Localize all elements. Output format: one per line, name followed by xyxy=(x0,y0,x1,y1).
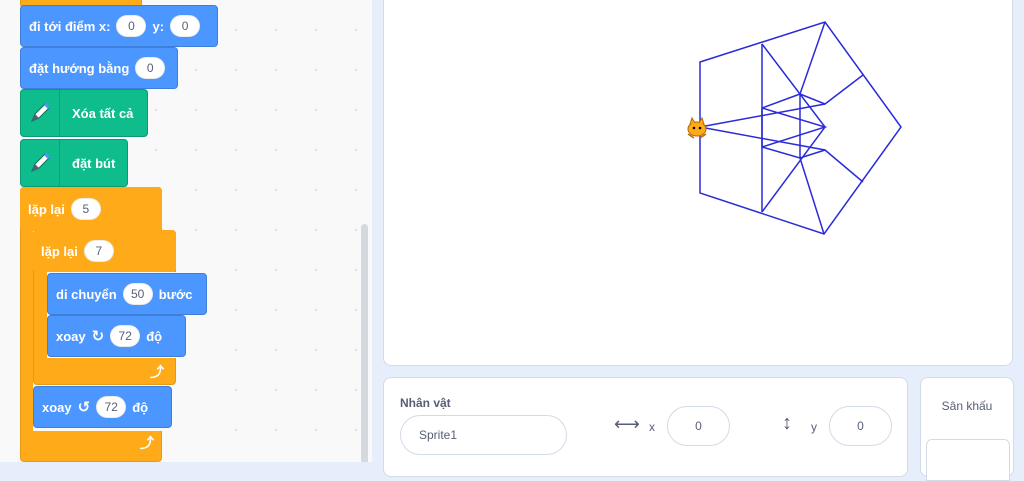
drawn-line xyxy=(761,92,801,159)
sprite-label: Nhân vật xyxy=(400,396,451,410)
move-steps-block[interactable]: di chuyển 50 bước xyxy=(47,273,207,315)
stage-label: Sân khấu xyxy=(941,399,993,413)
goto-label: đi tới điểm x: xyxy=(29,18,111,34)
goto-y-label: y: xyxy=(152,18,165,34)
goto-x-input[interactable]: 0 xyxy=(116,15,147,37)
repeat-outer-label: lặp lại xyxy=(28,201,65,217)
x-position-input[interactable]: 0 xyxy=(667,406,730,446)
drawn-line xyxy=(699,126,864,183)
turn-right-block[interactable]: xoay ↻ 72 độ xyxy=(47,315,186,357)
pen-icon xyxy=(21,90,60,136)
erase-all-block[interactable]: Xóa tất cả xyxy=(20,89,148,137)
y-label: y xyxy=(811,420,817,434)
pen-down-block[interactable]: đặt bút xyxy=(20,139,128,187)
y-value: 0 xyxy=(857,419,864,433)
goto-xy-block[interactable]: đi tới điểm x: 0 y: 0 xyxy=(20,5,218,47)
x-label: x xyxy=(649,420,655,434)
repeat-inner-block[interactable]: lặp lại 7 xyxy=(33,230,176,272)
sprite-info-panel: Nhân vật Sprite1 ⟷ x 0 ↕ y 0 xyxy=(383,377,908,477)
loop-arrow-icon: ⤴ xyxy=(140,435,154,451)
code-area-scrollbar[interactable] xyxy=(361,224,368,462)
drawn-line xyxy=(761,43,826,213)
point-direction-label: đặt hướng bằng xyxy=(29,60,130,76)
repeat-outer-input[interactable]: 5 xyxy=(70,198,101,220)
turn-left-label: xoay xyxy=(42,399,72,415)
sprite-name-value: Sprite1 xyxy=(419,428,458,442)
loop-arrow-icon: ⤴ xyxy=(150,364,164,380)
sprite-name-field[interactable]: Sprite1 xyxy=(400,415,567,455)
point-direction-block[interactable]: đặt hướng bằng 0 xyxy=(20,47,178,89)
goto-y-input[interactable]: 0 xyxy=(170,15,201,37)
rotate-clockwise-icon: ↻ xyxy=(91,328,105,345)
rotate-counterclockwise-icon: ↺ xyxy=(77,399,91,416)
turn-right-label: xoay xyxy=(56,328,86,344)
x-value: 0 xyxy=(695,419,702,433)
repeat-inner-input[interactable]: 7 xyxy=(83,240,114,262)
x-position-icon: ⟷ xyxy=(614,414,640,434)
point-direction-input[interactable]: 0 xyxy=(135,57,166,79)
move-label: di chuyển xyxy=(56,286,117,302)
pen-icon xyxy=(21,140,60,186)
y-position-icon: ↕ xyxy=(782,412,792,434)
stage-thumbnail[interactable] xyxy=(926,439,1010,481)
turn-right-suffix: độ xyxy=(146,328,163,344)
turn-left-input[interactable]: 72 xyxy=(96,396,127,418)
turn-left-suffix: độ xyxy=(132,399,149,415)
repeat-inner-label: lặp lại xyxy=(41,243,78,259)
move-steps-input[interactable]: 50 xyxy=(122,283,153,305)
erase-all-label: Xóa tất cả xyxy=(72,105,134,121)
pen-down-label: đặt bút xyxy=(72,155,116,171)
cat-sprite-icon[interactable] xyxy=(687,116,707,139)
turn-right-input[interactable]: 72 xyxy=(110,325,141,347)
pen-drawing xyxy=(687,21,902,235)
stage-canvas[interactable] xyxy=(383,0,1013,366)
y-position-input[interactable]: 0 xyxy=(829,406,892,446)
turn-left-block[interactable]: xoay ↺ 72 độ xyxy=(33,386,172,428)
move-suffix: bước xyxy=(158,286,193,302)
code-area[interactable]: đi tới điểm x: 0 y: 0 đặt hướng bằng 0 X… xyxy=(0,0,372,462)
repeat-outer-block[interactable]: lặp lại 5 xyxy=(20,187,162,231)
stage-selector-panel[interactable]: Sân khấu xyxy=(920,377,1014,481)
